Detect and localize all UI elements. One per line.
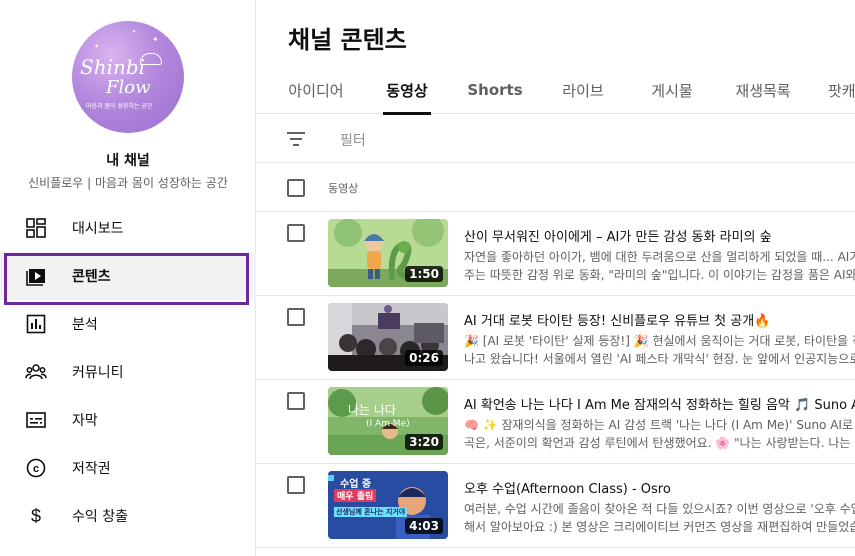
- video-description: 여러분, 수업 시간에 졸음이 찾아온 적 다들 있으시죠? 이번 영상으로 '…: [464, 502, 855, 516]
- row-checkbox[interactable]: [287, 392, 305, 410]
- sidebar-item-label: 대시보드: [72, 221, 124, 237]
- video-description: 주는 따뜻한 감정 위로 동화, "라미의 숲"입니다. 이 이야기는 감정을 …: [464, 268, 855, 282]
- tab-bar: 아이디어 동영상 Shorts 라이브 게시물 재생목록 팟캐: [256, 66, 855, 115]
- tab-videos[interactable]: 동영상: [383, 66, 431, 115]
- sidebar-item-label: 분석: [72, 317, 98, 333]
- video-description: 🎉 [AI 로봇 '타이탄' 실제 등장!] 🎉 현실에서 움직이는 거대 로봇…: [464, 334, 855, 348]
- copyright-icon: c: [24, 456, 48, 480]
- sidebar-item-label: 자막: [72, 413, 98, 429]
- sidebar-item-label: 콘텐츠: [72, 269, 111, 285]
- table-row[interactable]: 0:26 AI 거대 로봇 타이탄 등장! 신비플로우 유튜브 첫 공개🔥 🎉 …: [256, 296, 855, 380]
- thumbnail-text: (I Am Me): [366, 419, 410, 429]
- video-thumbnail[interactable]: 0:26: [328, 303, 448, 371]
- channel-name: 내 채널: [106, 153, 150, 169]
- video-thumbnail[interactable]: 1:50: [328, 219, 448, 287]
- row-checkbox[interactable]: [287, 224, 305, 242]
- thumbnail-text: 나는 나다: [348, 403, 396, 417]
- video-duration: 0:26: [405, 350, 443, 366]
- sidebar-item-label: 저작권: [72, 461, 111, 477]
- thumbnail-text: 선생님께 혼나는 지거야: [334, 507, 408, 517]
- filter-icon[interactable]: [286, 131, 306, 147]
- row-checkbox[interactable]: [287, 476, 305, 494]
- row-checkbox[interactable]: [287, 308, 305, 326]
- video-duration: 1:50: [405, 266, 443, 282]
- sidebar: ✦ ✦ ✦ Shinbi Flow 마음과 몸이 성장하는 공간 내 채널 신비…: [0, 0, 256, 556]
- video-description: 🧠 ✨ 잠재의식을 정화하는 AI 감성 트랙 '나는 나다 (I Am Me)…: [464, 418, 855, 432]
- video-description: 곡은, 서준이의 확언과 감성 루틴에서 탄생했어요. 🌸 "나는 사랑받는다.…: [464, 436, 855, 450]
- logo-text: Shinbi: [80, 55, 146, 79]
- channel-avatar[interactable]: ✦ ✦ ✦ Shinbi Flow 마음과 몸이 성장하는 공간: [72, 21, 184, 133]
- video-description: 자연을 좋아하던 아이가, 뱀에 대한 두려움으로 산을 멀리하게 되었을 때.…: [464, 250, 855, 264]
- video-description: 나고 왔습니다! 서울에서 열린 'AI 페스타 개막식' 현장. 눈 앞에서 …: [464, 352, 855, 366]
- logo-text: Flow: [106, 77, 151, 98]
- sidebar-item-subtitles[interactable]: 자막: [0, 396, 256, 444]
- content-icon: [24, 264, 48, 288]
- tab-live[interactable]: 라이브: [560, 66, 606, 114]
- subtitles-icon: [24, 408, 48, 432]
- sparkle-icon: ✦: [132, 29, 137, 35]
- video-thumbnail[interactable]: 나는 나다 (I Am Me) 3:20: [328, 387, 448, 455]
- tab-shorts[interactable]: Shorts: [467, 66, 522, 114]
- analytics-icon: [24, 312, 48, 336]
- main-content: 채널 콘텐츠 아이디어 동영상 Shorts 라이브 게시물 재생목록 팟캐 필…: [256, 0, 855, 556]
- thumbnail-text: 매우 졸림: [334, 489, 377, 502]
- sidebar-item-monetization[interactable]: $ 수익 창출: [0, 492, 256, 540]
- table-row[interactable]: 수업 중 매우 졸림 선생님께 혼나는 지거야 4:03 오후 수업(After…: [256, 464, 855, 548]
- video-duration: 3:20: [405, 434, 443, 450]
- sidebar-item-dashboard[interactable]: 대시보드: [0, 204, 256, 252]
- sidebar-nav: 대시보드 콘텐츠 분석 커뮤니티 자막 c 저작권 $ 수익 창출: [0, 204, 256, 540]
- select-all-checkbox[interactable]: [287, 179, 305, 197]
- video-title[interactable]: AI 거대 로봇 타이탄 등장! 신비플로우 유튜브 첫 공개🔥: [464, 310, 770, 329]
- community-icon: [24, 360, 48, 384]
- sparkle-icon: ✦: [152, 35, 159, 44]
- channel-description: 신비플로우 | 마음과 몸이 성장하는 공간: [28, 176, 228, 190]
- video-title[interactable]: 산이 무서워진 아이에게 – AI가 만든 감성 동화 라미의 숲: [464, 226, 772, 245]
- table-row[interactable]: 나는 나다 (I Am Me) 3:20 AI 확언송 나는 나다 I Am M…: [256, 380, 855, 464]
- tab-posts[interactable]: 게시물: [649, 66, 695, 114]
- page-title: 채널 콘텐츠: [288, 26, 407, 54]
- tab-ideas[interactable]: 아이디어: [288, 66, 344, 114]
- sidebar-item-content[interactable]: 콘텐츠: [0, 252, 256, 300]
- tab-playlists[interactable]: 재생목록: [734, 66, 792, 114]
- svg-text:c: c: [33, 463, 39, 475]
- video-duration: 4:03: [405, 518, 443, 534]
- dashboard-icon: [24, 216, 48, 240]
- filter-bar: 필터: [256, 115, 855, 163]
- sidebar-item-copyright[interactable]: c 저작권: [0, 444, 256, 492]
- video-thumbnail[interactable]: 수업 중 매우 졸림 선생님께 혼나는 지거야 4:03: [328, 471, 448, 539]
- sidebar-item-label: 커뮤니티: [72, 365, 124, 381]
- sparkle-icon: ✦: [94, 43, 100, 50]
- sidebar-item-analytics[interactable]: 분석: [0, 300, 256, 348]
- dollar-icon: $: [24, 504, 48, 528]
- video-description: 해서 알아보아요 :) 본 영상은 크리에이티브 커먼즈 영상을 재편집하여 만…: [464, 520, 855, 534]
- thumbnail-text: 수업 중: [340, 479, 372, 490]
- logo-tagline: 마음과 몸이 성장하는 공간: [86, 103, 153, 110]
- sidebar-item-community[interactable]: 커뮤니티: [0, 348, 256, 396]
- table-header: 동영상: [256, 164, 855, 212]
- filter-input[interactable]: 필터: [340, 130, 366, 150]
- tab-podcasts[interactable]: 팟캐: [828, 66, 855, 114]
- table-row[interactable]: 1:50 산이 무서워진 아이에게 – AI가 만든 감성 동화 라미의 숲 자…: [256, 212, 855, 296]
- svg-text:$: $: [31, 506, 41, 526]
- column-header-video: 동영상: [328, 182, 359, 195]
- video-title[interactable]: AI 확언송 나는 나다 I Am Me 잠재의식 정화하는 힐링 음악 🎵 S…: [464, 394, 855, 413]
- sidebar-item-label: 수익 창출: [72, 509, 128, 525]
- video-title[interactable]: 오후 수업(Afternoon Class) - Osro: [464, 478, 671, 497]
